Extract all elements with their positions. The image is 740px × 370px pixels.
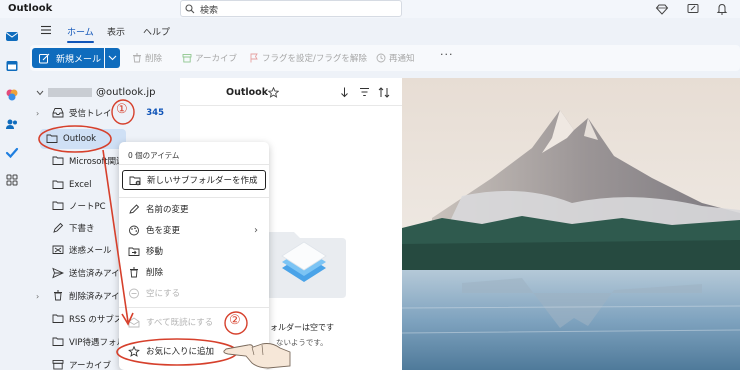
folder-icon xyxy=(52,201,64,210)
menu-item-delete[interactable]: 削除 xyxy=(122,262,266,282)
people-app-icon[interactable] xyxy=(5,117,19,131)
chevron-right-icon[interactable]: › xyxy=(36,109,46,118)
context-menu-header: 0 個のアイテム xyxy=(128,151,180,160)
mail-app-icon[interactable] xyxy=(5,29,19,43)
menu-separator xyxy=(119,197,269,198)
menu-item-empty[interactable]: 空にする xyxy=(122,283,266,303)
folder-name: ノートPC xyxy=(69,202,106,212)
account-header[interactable]: @outlook.jp xyxy=(36,87,156,98)
compose-icon xyxy=(39,53,50,64)
chevron-right-icon[interactable]: › xyxy=(36,292,46,301)
app-title: Outlook xyxy=(8,3,53,14)
mail-read-icon xyxy=(128,316,140,327)
archive-icon xyxy=(182,54,192,63)
folder-icon xyxy=(52,180,64,189)
bell-icon[interactable] xyxy=(715,2,729,16)
empty-state-subtitle: ないようです。 xyxy=(276,338,328,347)
chevron-right-icon: › xyxy=(254,224,258,236)
hamburger-icon[interactable] xyxy=(40,25,52,35)
folder-name: 迷惑メール xyxy=(69,246,112,256)
menu-item-new-subfolder[interactable]: 新しいサブフォルダーを作成 xyxy=(122,170,266,190)
search-input[interactable]: 検索 xyxy=(180,0,402,17)
folder-name: Excel xyxy=(69,180,92,190)
sort-icon[interactable] xyxy=(378,87,390,98)
folder-icon xyxy=(52,337,64,346)
empty-folder-illustration xyxy=(266,232,346,298)
archive-icon xyxy=(52,360,64,370)
inbox-icon xyxy=(52,108,64,118)
rename-icon xyxy=(129,203,140,214)
diamond-icon[interactable] xyxy=(655,2,669,16)
reading-pane-background xyxy=(402,78,740,370)
move-icon xyxy=(128,247,140,256)
clock-icon xyxy=(376,53,386,63)
menu-item-rename[interactable]: 名前の変更 xyxy=(122,199,266,219)
list-title: Outlook xyxy=(226,87,269,98)
palette-icon xyxy=(129,225,139,235)
snooze-button[interactable]: 再通知 xyxy=(376,52,415,64)
empty-icon xyxy=(129,288,139,298)
jump-down-icon[interactable] xyxy=(340,87,349,98)
more-options-icon[interactable]: ··· xyxy=(440,48,454,61)
annotation-number-2: ② xyxy=(229,313,241,328)
folder-icon xyxy=(52,156,64,165)
new-mail-button[interactable]: 新規メール xyxy=(32,48,104,68)
list-header: Outlook xyxy=(180,78,402,106)
folder-item[interactable]: › 受信トレイ 345 xyxy=(30,103,180,123)
filter-icon[interactable] xyxy=(359,87,370,97)
new-mail-dropdown[interactable] xyxy=(105,48,120,68)
ribbon-toolbar: 新規メール 削除 アーカイブ フラグを設定/フラグを解除 再通知 ··· xyxy=(30,45,740,71)
folder-name: アーカイブ xyxy=(69,361,111,370)
copilot-app-icon[interactable] xyxy=(5,88,19,102)
chevron-down-icon xyxy=(36,90,44,95)
app-rail xyxy=(0,19,24,370)
search-icon xyxy=(185,4,195,14)
delete-button[interactable]: 削除 xyxy=(132,52,162,64)
new-mail-label: 新規メール xyxy=(56,55,102,65)
empty-state-title: フォルダーは空です xyxy=(262,323,334,332)
folder-name: 下書き xyxy=(69,224,95,234)
folder-name: Microsoft関連 xyxy=(69,157,125,167)
folder-item[interactable]: Outlook xyxy=(40,129,126,149)
trash-icon xyxy=(130,267,138,277)
menu-item-add-to-favorites[interactable]: お気に入りに追加 xyxy=(122,341,266,361)
redacted-username xyxy=(48,88,92,97)
tab-home[interactable]: ホーム xyxy=(67,25,94,43)
favorite-star-icon[interactable] xyxy=(268,87,279,98)
apps-icon[interactable] xyxy=(5,173,19,187)
pencil-icon xyxy=(53,222,64,233)
tab-help[interactable]: ヘルプ xyxy=(143,25,170,38)
folder-icon xyxy=(52,314,64,323)
star-icon xyxy=(128,345,140,357)
todo-app-icon[interactable] xyxy=(5,146,19,160)
search-placeholder: 検索 xyxy=(200,6,219,16)
unread-count-badge: 345 xyxy=(146,108,164,118)
menu-item-move[interactable]: 移動 xyxy=(122,241,266,261)
flag-icon xyxy=(250,53,258,63)
chevron-down-icon xyxy=(108,55,117,61)
menu-separator xyxy=(119,164,269,165)
trash-icon xyxy=(133,53,141,63)
junk-icon xyxy=(52,245,64,254)
title-bar: Outlook 検索 xyxy=(0,0,740,18)
feedback-icon[interactable] xyxy=(686,2,700,16)
archive-button[interactable]: アーカイブ xyxy=(182,52,237,64)
folder-name: Outlook xyxy=(63,134,97,144)
account-email: @outlook.jp xyxy=(96,87,156,98)
ribbon-tabs: ホーム 表示 ヘルプ xyxy=(30,19,740,43)
annotation-number-1: ① xyxy=(116,102,128,117)
calendar-app-icon[interactable] xyxy=(5,59,19,73)
mountain-lake-image xyxy=(402,78,740,370)
menu-separator xyxy=(119,307,269,308)
folder-icon xyxy=(46,134,58,143)
tab-view[interactable]: 表示 xyxy=(107,25,125,38)
folder-name: 受信トレイ xyxy=(69,109,112,119)
menu-item-mark-all-read[interactable]: すべて既読にする xyxy=(122,312,266,332)
new-folder-icon xyxy=(129,176,141,185)
menu-item-change-color[interactable]: 色を変更 › xyxy=(122,220,266,240)
folder-context-menu: 0 個のアイテム 新しいサブフォルダーを作成 名前の変更 色を変更 › 移動 削… xyxy=(119,142,269,370)
send-icon xyxy=(52,267,64,279)
trash-icon xyxy=(54,290,62,301)
flag-button[interactable]: フラグを設定/フラグを解除 xyxy=(249,52,367,64)
